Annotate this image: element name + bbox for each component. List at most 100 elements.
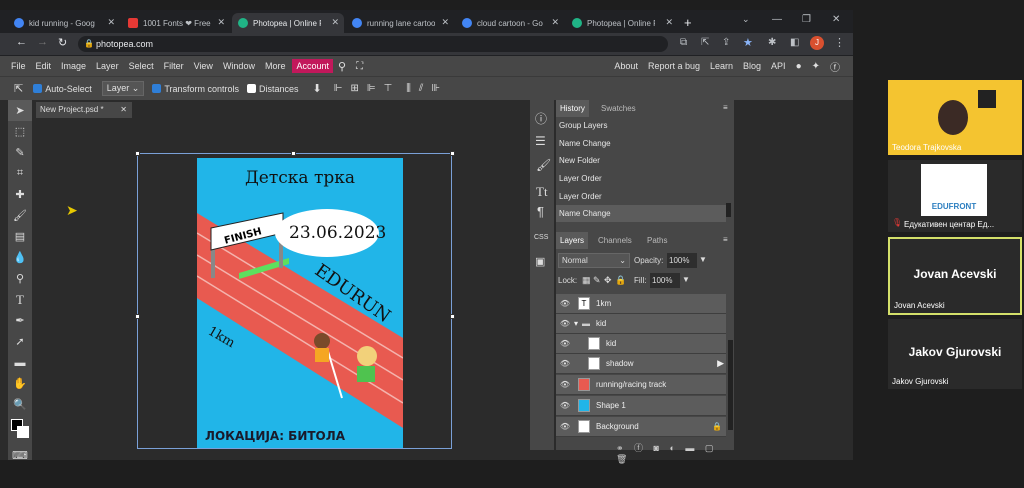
history-item[interactable]: Group Layers [556, 117, 726, 134]
account-button[interactable]: Account [292, 59, 333, 73]
menu-blog[interactable]: Blog [738, 61, 766, 71]
pen-tool-icon[interactable]: ✒ [8, 310, 32, 331]
menu-image[interactable]: Image [56, 61, 91, 71]
lock-move-icon[interactable]: ✥ [604, 275, 612, 286]
healing-tool-icon[interactable]: ✚ [8, 184, 32, 205]
panel-menu-icon[interactable]: ≡ [723, 103, 728, 112]
eye-icon[interactable]: 👁 [556, 359, 574, 368]
auto-select-checkbox[interactable] [33, 84, 43, 93]
blend-mode-select[interactable]: Normal ⌄ [558, 253, 630, 268]
eye-icon[interactable]: 👁 [556, 299, 574, 308]
tab-1001-fonts[interactable]: 1001 Fonts ❤ Free ✕ [122, 13, 230, 33]
extensions-icon[interactable]: ✱ [768, 37, 776, 48]
facebook-icon[interactable]: ⓕ [825, 59, 845, 74]
distribute-h-icon[interactable]: ⫽ [419, 83, 423, 94]
history-item[interactable]: Name Change [556, 135, 726, 152]
reddit-icon[interactable]: ● [791, 61, 807, 72]
marquee-tool-icon[interactable]: ⬚ [8, 121, 32, 142]
history-item[interactable]: Layer Order [556, 170, 726, 187]
transform-handle[interactable] [450, 314, 455, 319]
align-right-icon[interactable]: ⊫ [367, 83, 376, 94]
menu-edit[interactable]: Edit [31, 61, 57, 71]
transform-handle[interactable] [135, 151, 140, 156]
css-icon[interactable]: CSS [534, 234, 548, 241]
path-select-icon[interactable]: ➚ [8, 331, 32, 352]
tab-photopea-active[interactable]: Photopea | Online F ✕ [232, 13, 344, 33]
info-icon[interactable]: ⓘ [535, 110, 547, 127]
menu-view[interactable]: View [189, 61, 218, 71]
menu-select[interactable]: Select [124, 61, 159, 71]
share-icon[interactable]: ⇪ [722, 37, 730, 48]
background-color[interactable] [17, 426, 29, 438]
search-icon[interactable]: ⚲ [333, 60, 351, 73]
align-center-icon[interactable]: ⊞ [350, 83, 358, 94]
group-expand-icon[interactable]: ▾ [574, 319, 578, 328]
layer-actions-bar[interactable]: ⚭ ⓕ ◙ ◐ ▬ ▢ 🗑 [616, 441, 734, 465]
close-tab-icon[interactable]: ✕ [441, 17, 449, 28]
color-swatches[interactable] [8, 415, 32, 445]
menu-report-bug[interactable]: Report a bug [643, 61, 705, 71]
layer-select[interactable]: Layer ⌄ [101, 81, 145, 96]
distribute-icon[interactable]: ⫼ [406, 83, 411, 94]
transform-checkbox[interactable] [152, 84, 162, 93]
eye-icon[interactable]: 👁 [556, 401, 574, 410]
lock-all-icon[interactable]: 🔒 [615, 275, 626, 286]
tab-cloud-cartoon[interactable]: cloud cartoon - Go ✕ [456, 13, 564, 33]
url-input[interactable]: 🔒 photopea.com [78, 36, 668, 52]
tab-photopea[interactable]: Photopea | Online F ✕ [566, 13, 678, 33]
profile-avatar[interactable]: J [810, 36, 824, 50]
minimize-icon[interactable]: — [772, 14, 782, 25]
tab-channels[interactable]: Channels [594, 232, 636, 249]
menu-api[interactable]: API [766, 61, 791, 71]
eye-icon[interactable]: 👁 [556, 319, 574, 328]
adjustments-icon[interactable]: ☰ [535, 134, 546, 148]
browser-menu-icon[interactable]: ⋮ [834, 36, 845, 49]
image-icon[interactable]: ▣ [535, 255, 545, 268]
layer-row[interactable]: 👁 shadow ▶ [556, 354, 726, 374]
menu-window[interactable]: Window [218, 61, 260, 71]
distribute-v-icon[interactable]: ⊪ [431, 83, 440, 94]
distances-checkbox[interactable] [247, 84, 256, 93]
layer-row[interactable]: 👁 running/racing track [556, 375, 726, 395]
poster-canvas[interactable]: Детска трка 23.06.2023 FINISH EDURUN 1km… [197, 158, 403, 448]
tab-layers[interactable]: Layers [556, 232, 589, 249]
eye-icon[interactable]: 👁 [556, 422, 574, 431]
eye-icon[interactable]: 👁 [556, 380, 574, 389]
gradient-tool-icon[interactable]: ▤ [8, 226, 32, 247]
shape-tool-icon[interactable]: ▬ [8, 352, 32, 373]
close-tab-icon[interactable]: ✕ [665, 17, 673, 28]
close-doc-icon[interactable]: ✕ [120, 102, 127, 118]
cast-icon[interactable]: ⇱ [701, 37, 709, 48]
menu-about[interactable]: About [609, 61, 643, 71]
close-tab-icon[interactable]: ✕ [551, 17, 559, 28]
transform-handle[interactable] [135, 314, 140, 319]
download-icon[interactable]: ⬇ [313, 82, 322, 95]
layer-row[interactable]: 👁 kid [556, 334, 726, 354]
bookmark-star-icon[interactable]: ★ [743, 36, 753, 49]
character-icon[interactable]: Tt [536, 184, 548, 200]
participant-tile[interactable]: EDUFRONT 🎙 Едукативен центар Ед... [888, 160, 1022, 232]
tab-history[interactable]: History [556, 100, 589, 117]
close-window-icon[interactable]: ✕ [832, 14, 840, 25]
close-tab-icon[interactable]: ✕ [331, 17, 339, 28]
lasso-tool-icon[interactable]: ✎ [8, 142, 32, 163]
hand-tool-icon[interactable]: ✋ [8, 373, 32, 394]
transform-handle[interactable] [450, 151, 455, 156]
menu-file[interactable]: File [6, 61, 31, 71]
new-tab-button[interactable]: + [684, 15, 692, 30]
history-item[interactable]: New Folder [556, 152, 726, 169]
crop-tool-icon[interactable]: ⌗ [8, 163, 32, 184]
history-item[interactable]: Layer Order [556, 188, 726, 205]
history-scrollbar[interactable] [726, 203, 731, 217]
twitter-icon[interactable]: ✦ [807, 61, 825, 72]
opacity-dropdown-icon[interactable]: ▼ [699, 255, 707, 264]
tab-search-icon[interactable]: ⌄ [742, 14, 750, 25]
fullscreen-icon[interactable]: ⛶ [351, 61, 368, 72]
document-tab[interactable]: New Project.psd * ✕ [36, 102, 132, 118]
tab-paths[interactable]: Paths [643, 232, 671, 249]
layer-row[interactable]: 👁 Shape 1 [556, 396, 726, 416]
install-icon[interactable]: ⧉ [680, 37, 687, 48]
layer-row[interactable]: 👁 Background 🔒 [556, 417, 726, 437]
lock-pixels-icon[interactable]: ▦ [582, 275, 591, 286]
layer-group-row[interactable]: 👁 ▾ ▬ kid [556, 314, 726, 334]
